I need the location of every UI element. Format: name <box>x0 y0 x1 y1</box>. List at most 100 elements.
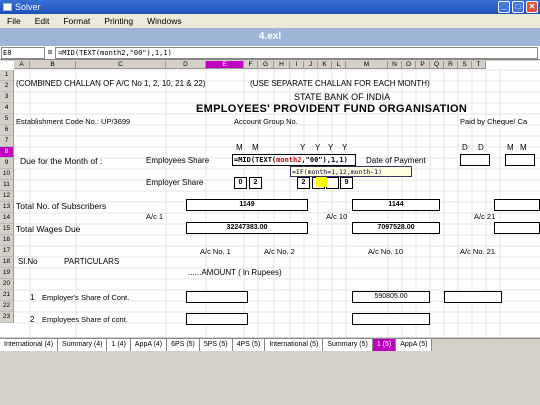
row-header-17[interactable]: 17 <box>0 246 14 257</box>
menu-windows[interactable]: Windows <box>140 16 188 26</box>
row-header-23[interactable]: 23 <box>0 312 14 323</box>
column-header-b[interactable]: B <box>30 61 76 69</box>
row-header-11[interactable]: 11 <box>0 180 14 191</box>
payment-day-cell[interactable] <box>460 154 490 166</box>
column-header-t[interactable]: T <box>472 61 486 69</box>
row-header-18[interactable]: 18 <box>0 257 14 268</box>
row-header-15[interactable]: 15 <box>0 224 14 235</box>
year-digit-4[interactable]: 9 <box>340 177 353 189</box>
column-header-r[interactable]: R <box>444 61 458 69</box>
row20-ac1-value[interactable] <box>186 291 248 303</box>
due-month-label: Due for the Month of : <box>20 156 103 166</box>
row-header-19[interactable]: 19 <box>0 268 14 279</box>
subscribers-ac1[interactable]: 1149 <box>186 199 308 211</box>
dd-label-2: D <box>478 143 484 152</box>
maximize-button[interactable]: □ <box>512 1 524 13</box>
sheet-tab-active[interactable]: 1 (5) <box>372 339 397 351</box>
sheet-tab[interactable]: 5PS (5) <box>199 339 233 351</box>
edit-formula-ref: month2 <box>276 156 302 164</box>
subscribers-ac21[interactable] <box>494 199 540 211</box>
column-header-h[interactable]: H <box>274 61 290 69</box>
column-header-a[interactable]: A <box>14 61 30 69</box>
paid-by-label: Paid by Cheque/ Ca <box>460 117 528 126</box>
row-header-5[interactable]: 5 <box>0 114 14 125</box>
acno10-header: A/c No. 10 <box>368 247 404 256</box>
formula-bar: E8 = =MID(TEXT(month2,"00"),1,1) <box>0 46 540 60</box>
row22-ac1-value[interactable] <box>186 313 248 325</box>
wages-ac10[interactable]: 7097528.00 <box>352 222 440 234</box>
row20-ac10-value[interactable]: 590805.00 <box>352 291 430 303</box>
account-group-label: Account Group No. <box>234 117 298 126</box>
row-header-9[interactable]: 9 <box>0 158 14 169</box>
menu-file[interactable]: File <box>0 16 28 26</box>
year-digit-1[interactable]: 2 <box>297 177 310 189</box>
column-header-n[interactable]: N <box>388 61 402 69</box>
row-header-16[interactable]: 16 <box>0 235 14 246</box>
total-wages-label: Total Wages Due <box>16 224 81 234</box>
row-header-12[interactable]: 12 <box>0 191 14 202</box>
column-header-i[interactable]: I <box>290 61 304 69</box>
row22-ac10-value[interactable] <box>352 313 430 325</box>
formula-input[interactable]: =MID(TEXT(month2,"00"),1,1) <box>55 46 538 59</box>
sheet-tab[interactable]: 1 (4) <box>107 339 131 351</box>
row-header-14[interactable]: 14 <box>0 213 14 224</box>
payment-month-cell[interactable] <box>505 154 535 166</box>
sheet-tab[interactable]: 4PS (5) <box>232 339 266 351</box>
row-header-4[interactable]: 4 <box>0 103 14 114</box>
menu-format[interactable]: Format <box>56 16 97 26</box>
sheet-tab[interactable]: International (4) <box>0 339 59 351</box>
column-header-k[interactable]: K <box>318 61 332 69</box>
row20-slno: 1 <box>30 293 35 302</box>
row-header-8[interactable]: 8 <box>0 147 14 158</box>
menu-edit[interactable]: Edit <box>28 16 57 26</box>
document-title: 4.exl <box>0 28 540 46</box>
column-header-c[interactable]: C <box>76 61 166 69</box>
column-header-f[interactable]: F <box>244 61 258 69</box>
row-header-3[interactable]: 3 <box>0 92 14 103</box>
column-header-l[interactable]: L <box>332 61 346 69</box>
subscribers-ac10[interactable]: 1144 <box>352 199 440 211</box>
sheet-tab[interactable]: International (5) <box>265 339 324 351</box>
wages-ac21[interactable] <box>494 222 540 234</box>
row-header-10[interactable]: 10 <box>0 169 14 180</box>
column-header-o[interactable]: O <box>402 61 416 69</box>
employer-share-label: Employer Share <box>146 178 204 187</box>
row-header-1[interactable]: 1 <box>0 70 14 81</box>
column-header-m[interactable]: M <box>346 61 388 69</box>
wages-ac1[interactable]: 32247383.00 <box>186 222 308 234</box>
column-header-g[interactable]: G <box>258 61 274 69</box>
row22-slno: 2 <box>30 315 35 324</box>
column-header-j[interactable]: J <box>304 61 318 69</box>
column-header-q[interactable]: Q <box>430 61 444 69</box>
row-header-13[interactable]: 13 <box>0 202 14 213</box>
sheet-tab[interactable]: Summary (5) <box>323 339 373 351</box>
row-header-6[interactable]: 6 <box>0 125 14 136</box>
sheet-tab[interactable]: AppA (5) <box>396 339 433 351</box>
column-header-p[interactable]: P <box>416 61 430 69</box>
spreadsheet-grid[interactable]: ABCDEFGHIJKLMNOPQRST 1 2 3 4 5 6 7 8 9 10 11 12 13 14… <box>0 61 540 337</box>
year-digit-3[interactable] <box>326 177 339 189</box>
row-header-7[interactable]: 7 <box>0 136 14 147</box>
active-cell-editor[interactable]: =MID(TEXT(month2,"00"),1,1) <box>232 154 356 166</box>
month-digit-1[interactable]: 0 <box>234 177 247 189</box>
menu-bar: File Edit Format Printing Windows <box>0 14 540 28</box>
row-header-20[interactable]: 20 <box>0 279 14 290</box>
row-header-2[interactable]: 2 <box>0 81 14 92</box>
slno-header: Sl.No <box>18 257 38 266</box>
row-header-22[interactable]: 22 <box>0 301 14 312</box>
menu-printing[interactable]: Printing <box>97 16 140 26</box>
sheet-tab[interactable]: AppA (4) <box>130 339 168 351</box>
close-button[interactable]: ✕ <box>526 1 538 13</box>
sheet-tabs: International (4) Summary (4) 1 (4) AppA… <box>0 338 540 351</box>
row-header-21[interactable]: 21 <box>0 290 14 301</box>
mm-label-3: M <box>507 143 514 152</box>
column-header-d[interactable]: D <box>166 61 206 69</box>
row20-ac21-value[interactable] <box>444 291 502 303</box>
sheet-tab[interactable]: 6PS (5) <box>167 339 200 351</box>
column-header-s[interactable]: S <box>458 61 472 69</box>
name-box[interactable]: E8 <box>1 46 45 59</box>
sheet-tab[interactable]: Summary (4) <box>58 339 108 351</box>
column-header-e[interactable]: E <box>206 61 244 69</box>
month-digit-2[interactable]: 2 <box>249 177 262 189</box>
minimize-button[interactable]: _ <box>498 1 510 13</box>
